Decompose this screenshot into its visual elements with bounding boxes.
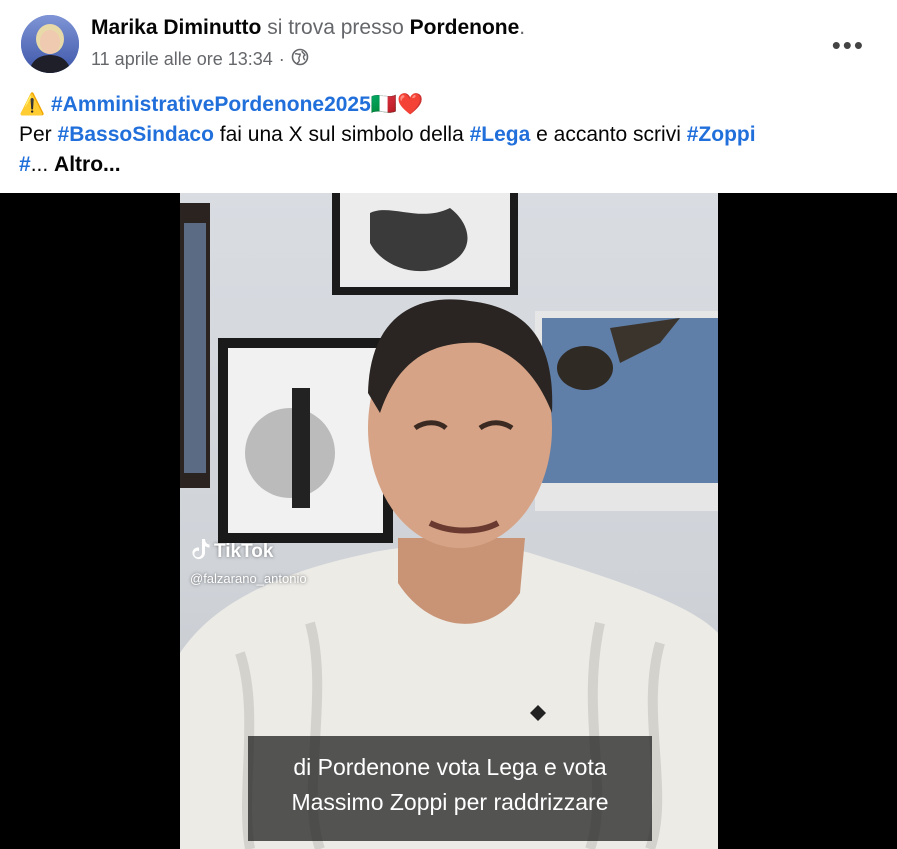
avatar[interactable] — [21, 15, 79, 73]
see-more-link[interactable]: Altro... — [54, 153, 121, 176]
post-meta: 11 aprile alle ore 13:34 · — [91, 48, 309, 71]
text-per: Per — [19, 123, 52, 146]
post-timestamp[interactable]: 11 aprile alle ore 13:34 — [91, 49, 273, 70]
subtitle-line-1: di Pordenone vota Lega e vota — [293, 754, 607, 780]
post-text-line-1: ⚠️ #AmministrativePordenone2025🇮🇹❤️ — [19, 90, 879, 120]
hashtag-basso-sindaco[interactable]: #BassoSindaco — [58, 123, 214, 146]
post-text-line-2: Per #BassoSindaco fai una X sul simbolo … — [19, 120, 879, 150]
facebook-post: Marika Diminutto si trova presso Pordeno… — [0, 0, 897, 849]
post-text-line-3: #... Altro... — [19, 150, 879, 180]
more-options-button[interactable]: ••• — [832, 30, 865, 61]
text-segment-2: e accanto scrivi — [536, 123, 681, 146]
tiktok-note-icon — [192, 538, 210, 566]
ellipsis: ... — [30, 153, 49, 176]
tiktok-handle: @falzarano_antonio — [190, 571, 307, 586]
post-text: ⚠️ #AmministrativePordenone2025🇮🇹❤️ Per … — [19, 90, 879, 180]
subtitle-line-2: Massimo Zoppi per raddrizzare — [291, 789, 609, 815]
tiktok-watermark: TikTok — [192, 538, 273, 566]
hashtag-truncated[interactable]: # — [19, 153, 31, 176]
author-name[interactable]: Marika Diminutto — [91, 16, 261, 39]
text-segment-1: fai una X sul simbolo della — [219, 123, 464, 146]
warning-icon: ⚠️ — [19, 93, 46, 116]
location-prefix: si trova presso — [267, 16, 404, 39]
globe-icon[interactable] — [291, 48, 309, 71]
video-player[interactable]: TikTok @falzarano_antonio di Pordenone v… — [0, 193, 897, 849]
video-subtitle: di Pordenone vota Lega e vota Massimo Zo… — [248, 736, 652, 841]
tiktok-brand: TikTok — [214, 541, 274, 562]
hashtag-zoppi[interactable]: #Zoppi — [687, 123, 756, 146]
hashtag-lega[interactable]: #Lega — [470, 123, 531, 146]
post-header: Marika Diminutto si trova presso Pordeno… — [91, 16, 525, 40]
hashtag-amministrative[interactable]: #AmministrativePordenone2025 — [51, 93, 371, 116]
flag-heart-emoji: 🇮🇹❤️ — [370, 93, 424, 116]
meta-separator: · — [278, 49, 285, 69]
location-link[interactable]: Pordenone — [410, 16, 520, 39]
location-suffix: . — [519, 16, 526, 39]
